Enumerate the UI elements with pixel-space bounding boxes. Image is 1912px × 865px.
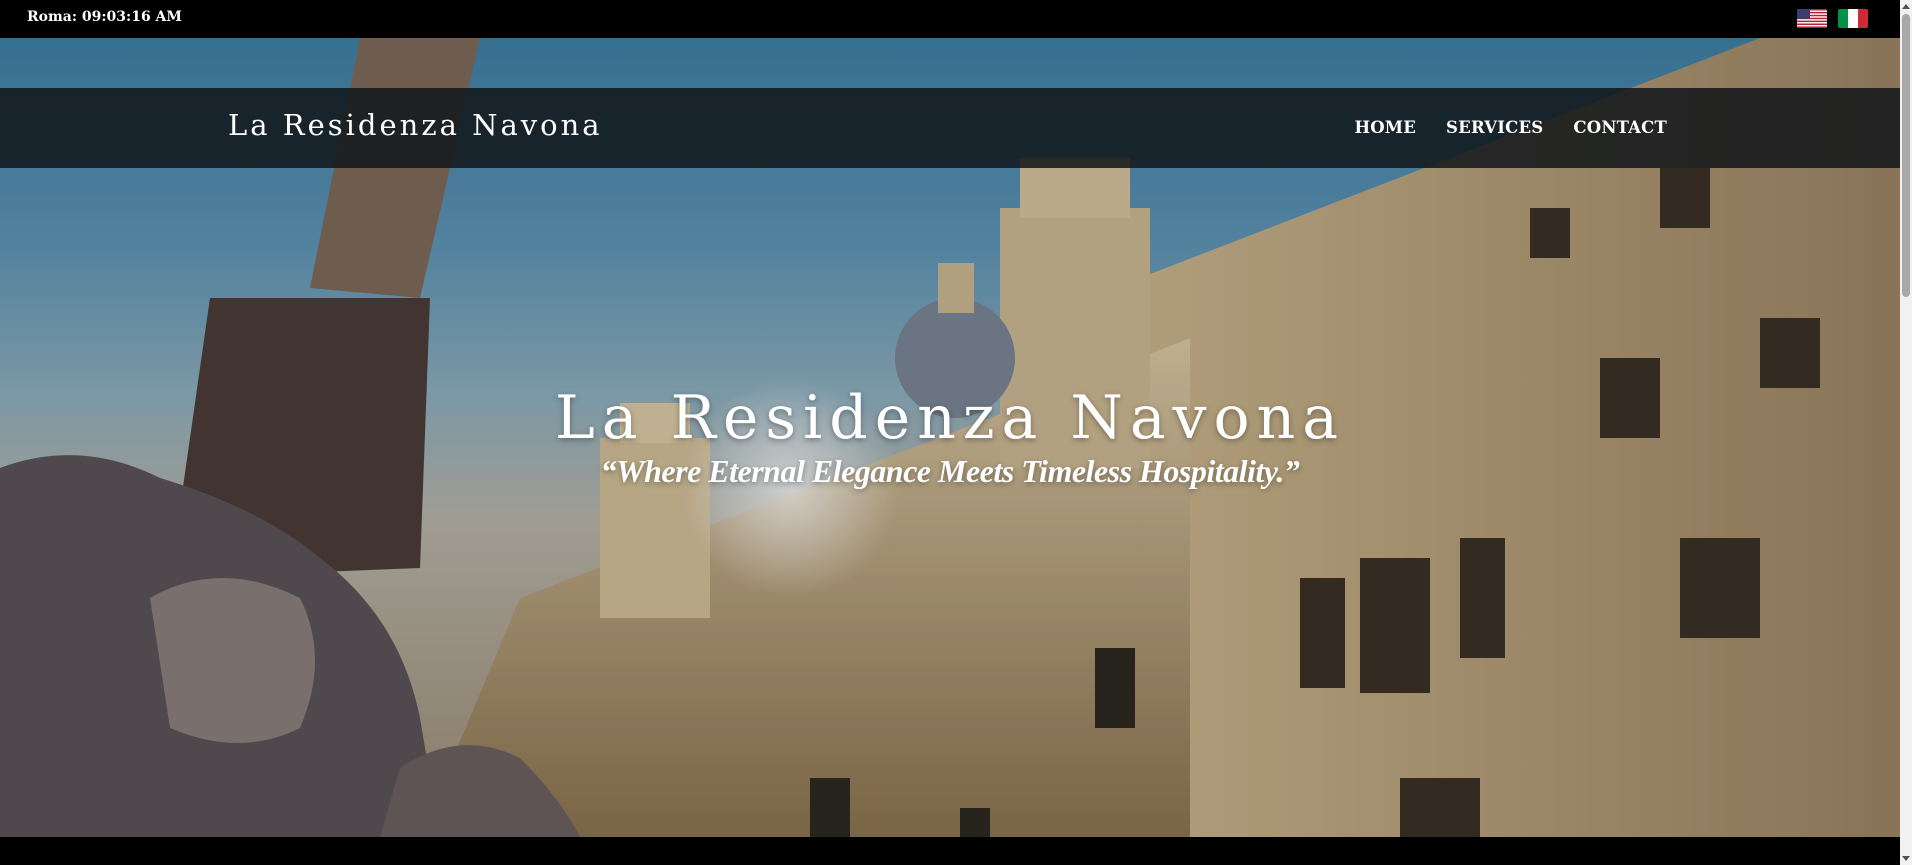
page-bottom bbox=[0, 837, 1900, 865]
scroll-up-arrow-icon[interactable] bbox=[1902, 4, 1910, 9]
main-nav: HOME SERVICES CONTACT bbox=[1354, 118, 1667, 137]
brand-logo[interactable]: La Residenza Navona bbox=[228, 108, 603, 142]
page-scrollbar[interactable] bbox=[1900, 0, 1912, 865]
nav-contact-link[interactable]: CONTACT bbox=[1573, 118, 1667, 137]
italian-flag-icon[interactable] bbox=[1838, 9, 1868, 28]
nav-services-link[interactable]: SERVICES bbox=[1446, 118, 1543, 137]
rome-clock: Roma: 09:03:16 AM bbox=[27, 9, 182, 25]
main-navbar: La Residenza Navona HOME SERVICES CONTAC… bbox=[0, 88, 1900, 168]
scroll-down-arrow-icon[interactable] bbox=[1902, 856, 1910, 861]
hero-title: La Residenza Navona bbox=[554, 383, 1346, 453]
english-flag-icon[interactable] bbox=[1797, 9, 1827, 28]
scroll-thumb[interactable] bbox=[1902, 14, 1910, 297]
hero-tagline: “Where Eternal Elegance Meets Timeless H… bbox=[600, 453, 1300, 489]
top-bar: Roma: 09:03:16 AM bbox=[0, 0, 1900, 38]
nav-home-link[interactable]: HOME bbox=[1354, 118, 1416, 137]
